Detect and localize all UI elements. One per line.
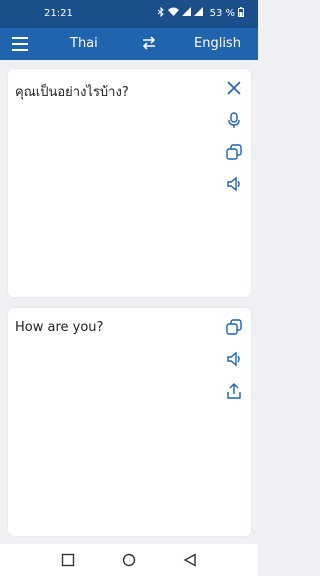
source-text-card[interactable]: คุณเป็นอย่างไรบ้าง? (8, 69, 251, 297)
microphone-icon[interactable] (225, 111, 243, 129)
source-language-button[interactable]: Thai (70, 36, 98, 51)
battery-text: 53 % (209, 8, 235, 19)
battery-icon (238, 7, 244, 20)
home-circle-icon[interactable] (122, 553, 136, 567)
bluetooth-icon (157, 6, 165, 20)
translation-card: How are you? (8, 308, 251, 536)
swap-arrows-icon[interactable] (140, 34, 158, 52)
back-triangle-icon[interactable] (183, 553, 197, 567)
status-bar: 21:21 53 % (0, 0, 258, 28)
wifi-icon (167, 7, 179, 20)
source-tools (225, 79, 243, 207)
app-bar: Thai English (0, 28, 258, 60)
recents-square-icon[interactable] (61, 553, 75, 567)
target-language-button[interactable]: English (194, 36, 241, 51)
translation-tools (225, 318, 243, 414)
signal-icon (193, 7, 203, 20)
signal-icon (181, 7, 191, 20)
status-time: 21:21 (44, 8, 73, 19)
system-nav-bar (0, 544, 258, 576)
status-icons: 53 % (157, 6, 244, 20)
close-icon[interactable] (225, 79, 243, 97)
hamburger-menu-icon[interactable] (12, 37, 28, 51)
speaker-icon[interactable] (225, 175, 243, 193)
copy-icon[interactable] (225, 143, 243, 161)
source-text[interactable]: คุณเป็นอย่างไรบ้าง? (15, 81, 129, 102)
translated-text: How are you? (15, 320, 104, 335)
speaker-icon[interactable] (225, 350, 243, 368)
copy-icon[interactable] (225, 318, 243, 336)
share-icon[interactable] (225, 382, 243, 400)
